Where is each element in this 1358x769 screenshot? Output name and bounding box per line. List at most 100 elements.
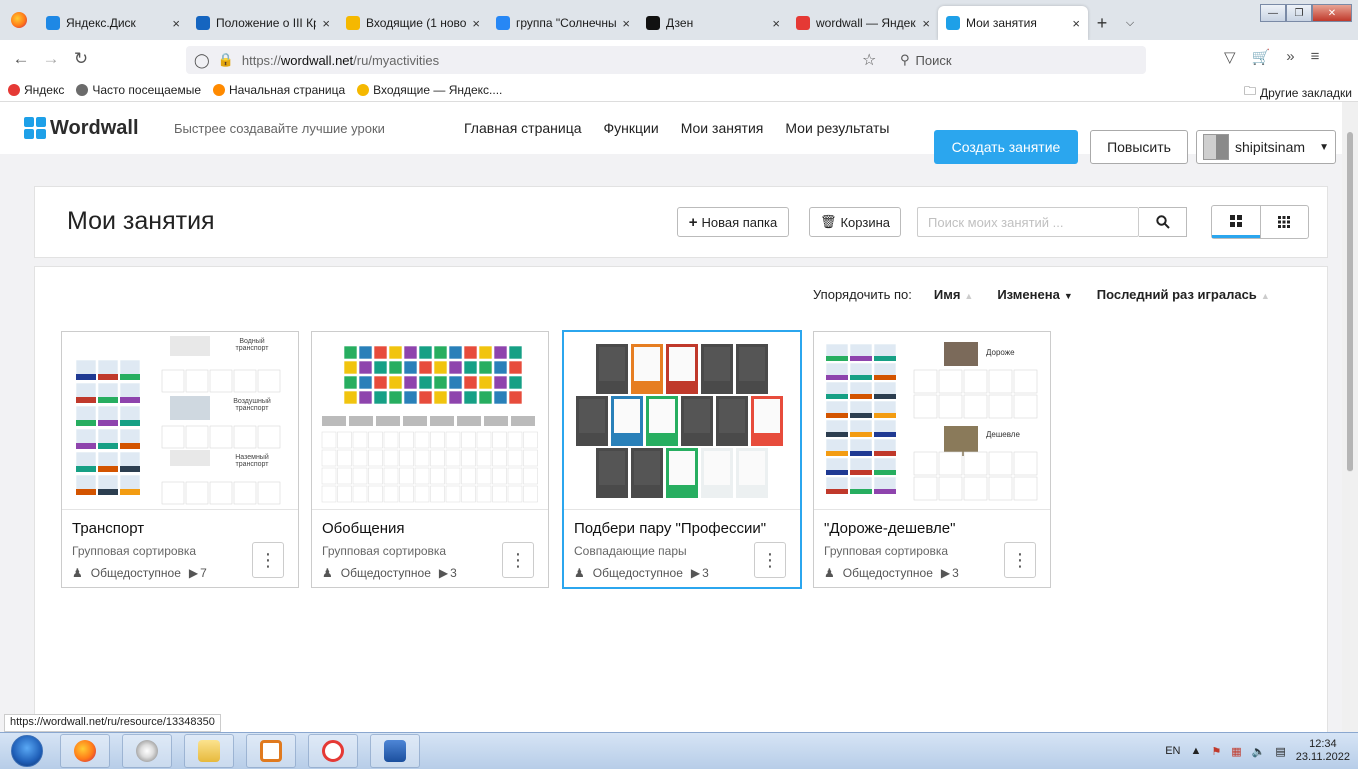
taskbar-media-player[interactable] [122, 734, 172, 768]
thumb-tile [963, 476, 988, 501]
activity-menu-button[interactable]: ⋮ [252, 542, 284, 578]
display-icon[interactable]: ▤ [1275, 745, 1285, 758]
close-window-button[interactable]: ✕ [1312, 4, 1352, 22]
tab-close-icon[interactable]: × [922, 16, 930, 31]
taskbar-firefox[interactable] [60, 734, 110, 768]
activity-title[interactable]: "Дороже-дешевле" [824, 520, 955, 537]
page-scrollbar[interactable] [1342, 102, 1358, 732]
url-text[interactable]: https://wordwall.net/ru/myactivities [242, 53, 439, 68]
thumb-tile [161, 481, 185, 505]
thumb-tile [463, 345, 478, 360]
browser-tab[interactable]: Мои занятия × [938, 6, 1088, 40]
activity-card-expensive-cheap[interactable]: Дороже Дешевле "Дороже-дешевле" Группова… [813, 331, 1051, 588]
taskbar-media-app[interactable] [246, 734, 296, 768]
tab-close-icon[interactable]: × [472, 16, 480, 31]
browser-tab[interactable]: Входящие (1 новое × [338, 6, 488, 40]
browser-tab[interactable]: группа "Солнечны × [488, 6, 638, 40]
taskbar-yandex-browser[interactable] [308, 734, 358, 768]
bookmark-item[interactable]: Начальная страница [213, 83, 345, 97]
browser-tab[interactable]: Дзен × [638, 6, 788, 40]
scrollbar-thumb[interactable] [1347, 132, 1353, 472]
shield-icon[interactable]: ◯ [194, 52, 210, 69]
start-button[interactable] [6, 734, 48, 768]
maximize-button[interactable]: ❐ [1286, 4, 1312, 22]
new-folder-button[interactable]: + Новая папка [677, 207, 789, 237]
bookmark-item[interactable]: Входящие — Яндекс.... [357, 83, 502, 97]
activity-card-professions[interactable]: Подбери пару "Профессии" Совпадающие пар… [562, 330, 802, 589]
activity-menu-button[interactable]: ⋮ [1004, 542, 1036, 578]
navigation-toolbar: ← → ↻ ◯ 🔒 https://wordwall.net/ru/myacti… [0, 40, 1358, 78]
browser-tab[interactable]: Положение о III Кр × [188, 6, 338, 40]
thumb-tile [98, 397, 118, 403]
language-indicator[interactable]: EN [1165, 745, 1180, 757]
show-hidden-icons-icon[interactable]: ▲ [1190, 745, 1201, 757]
activity-title[interactable]: Подбери пару "Профессии" [574, 520, 766, 537]
reload-icon[interactable]: ↻ [68, 46, 94, 72]
main-menu-item[interactable]: Мои результаты [785, 120, 889, 136]
tab-close-icon[interactable]: × [622, 16, 630, 31]
thumb-tile [669, 451, 695, 485]
firefox-menu-button[interactable] [0, 0, 38, 40]
thumb-tile [523, 431, 538, 449]
flag-icon[interactable]: ⚑ [1211, 745, 1221, 758]
thumb-tile [508, 390, 523, 405]
search-activities-button[interactable] [1139, 207, 1187, 237]
sort-option[interactable]: Последний раз игралась ▲ [1097, 287, 1270, 302]
activity-title[interactable]: Обобщения [322, 520, 405, 537]
play-icon: ▶ [690, 566, 701, 580]
grid-large-view-button[interactable] [1212, 206, 1260, 238]
overflow-chevron-icon[interactable]: » [1286, 48, 1294, 66]
tab-close-icon[interactable]: × [1072, 16, 1080, 31]
activity-card-transport[interactable]: Водный транспорт Воздушный транспорт Наз… [61, 331, 299, 588]
minimize-button[interactable]: — [1260, 4, 1286, 22]
tab-close-icon[interactable]: × [322, 16, 330, 31]
hamburger-menu-icon[interactable]: ≡ [1311, 48, 1320, 66]
sort-option[interactable]: Имя ▲ [934, 287, 973, 302]
main-menu-item[interactable]: Главная страница [464, 120, 582, 136]
address-bar[interactable]: ◯ 🔒 https://wordwall.net/ru/myactivities… [186, 46, 1146, 74]
user-menu[interactable]: shipitsinam ▼ [1196, 130, 1336, 164]
pocket-icon[interactable]: ▽ [1224, 48, 1236, 66]
sort-option[interactable]: Изменена ▼ [997, 287, 1072, 302]
back-arrow-icon[interactable]: ← [8, 46, 34, 72]
tab-close-icon[interactable]: × [772, 16, 780, 31]
browser-search-box[interactable]: ⚲ Поиск [892, 46, 1146, 74]
cart-icon[interactable]: 🛒 [1252, 48, 1271, 66]
clock[interactable]: 12:34 23.11.2022 [1296, 738, 1350, 764]
other-bookmarks-label: Другие закладки [1260, 85, 1352, 100]
bookmark-item[interactable]: Часто посещаемые [76, 83, 201, 97]
activity-menu-button[interactable]: ⋮ [502, 542, 534, 578]
thumb-tile [1013, 394, 1038, 419]
activity-card-generalizations[interactable]: Обобщения Групповая сортировка ♟ Общедос… [311, 331, 549, 588]
new-tab-button[interactable]: + [1088, 6, 1116, 40]
windows-logo-icon [11, 735, 43, 767]
upgrade-button[interactable]: Повысить [1090, 130, 1188, 164]
search-activities-input[interactable] [917, 207, 1139, 237]
bookmark-star-icon[interactable]: ☆ [862, 50, 876, 70]
browser-tab[interactable]: wordwall — Яндекс × [788, 6, 938, 40]
wordwall-logo[interactable]: Wordwall [24, 117, 174, 140]
grid-small-view-button[interactable] [1259, 206, 1309, 238]
main-menu-item[interactable]: Функции [604, 120, 659, 136]
network-icon[interactable]: ▦ [1231, 745, 1241, 758]
browser-tab[interactable]: Яндекс.Диск × [38, 6, 188, 40]
bookmark-item[interactable]: Яндекс [8, 83, 64, 97]
other-bookmarks[interactable]: 🗀 Другие закладки [1244, 82, 1352, 103]
thumb-tile [507, 449, 523, 467]
tab-close-icon[interactable]: × [172, 16, 180, 31]
people-icon: ♟ [824, 566, 835, 580]
list-all-tabs-icon[interactable]: ⌵ [1116, 6, 1144, 40]
thumb-tile [963, 369, 988, 394]
taskbar-explorer[interactable] [184, 734, 234, 768]
forward-arrow-icon[interactable]: → [38, 46, 64, 72]
lock-icon[interactable]: 🔒 [218, 52, 234, 68]
trash-button[interactable]: 🗑 Корзина [809, 207, 901, 237]
taskbar-word[interactable] [370, 734, 420, 768]
activity-type: Групповая сортировка [322, 544, 447, 558]
volume-icon[interactable]: 🔈 [1252, 745, 1266, 758]
activity-menu-button[interactable]: ⋮ [754, 542, 786, 578]
activity-title[interactable]: Транспорт [72, 520, 144, 537]
create-activity-button[interactable]: Создать занятие [934, 130, 1078, 164]
thumb-tile [388, 390, 403, 405]
main-menu-item[interactable]: Мои занятия [681, 120, 764, 136]
